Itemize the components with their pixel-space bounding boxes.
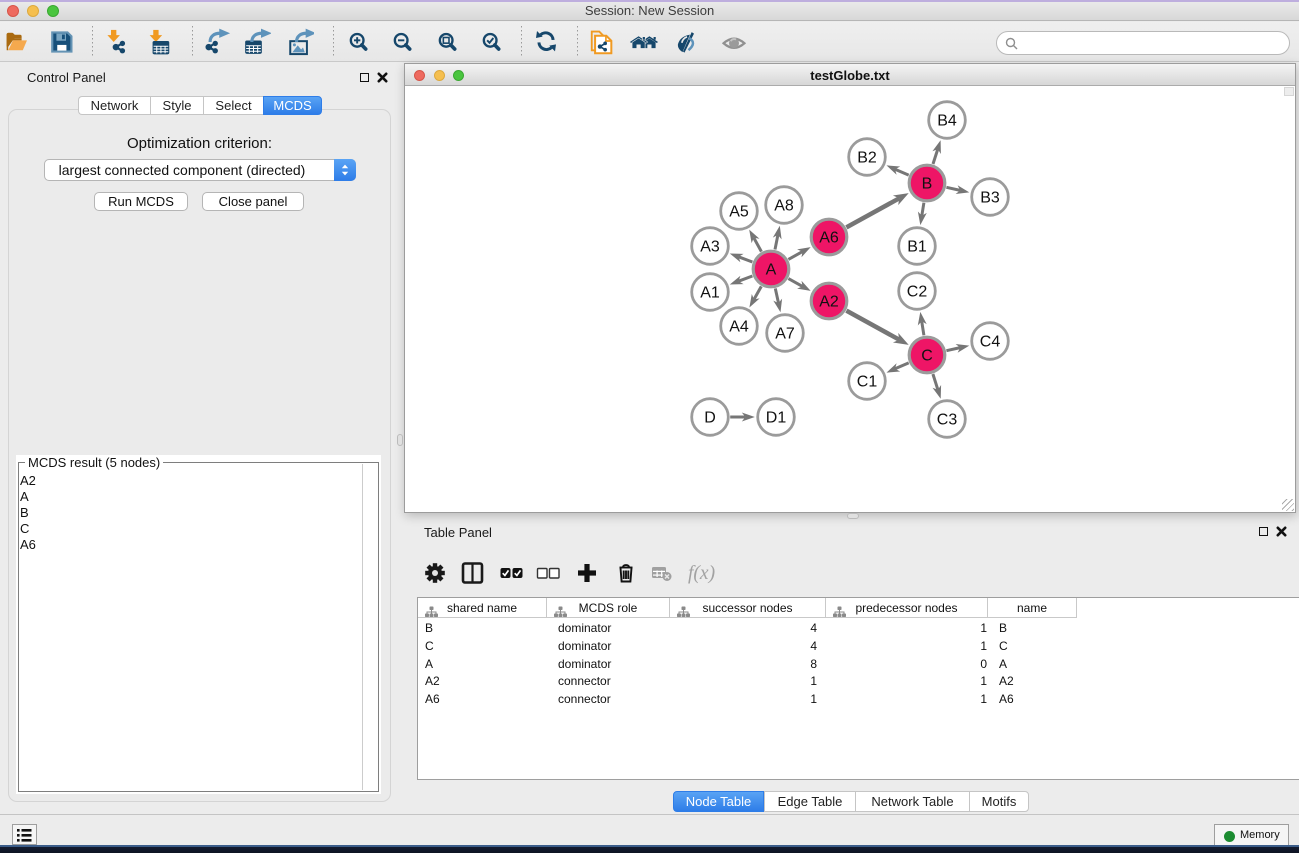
svg-text:A7: A7 bbox=[775, 326, 795, 343]
svg-text:C: C bbox=[921, 348, 933, 365]
svg-text:A5: A5 bbox=[729, 204, 749, 221]
svg-text:B2: B2 bbox=[857, 150, 877, 167]
svg-text:C3: C3 bbox=[937, 412, 958, 429]
svg-text:D1: D1 bbox=[766, 410, 787, 427]
svg-text:C4: C4 bbox=[980, 334, 1001, 351]
svg-text:A2: A2 bbox=[819, 294, 839, 311]
svg-text:B1: B1 bbox=[907, 239, 927, 256]
svg-text:A1: A1 bbox=[700, 285, 720, 302]
svg-text:D: D bbox=[704, 410, 716, 427]
svg-text:A3: A3 bbox=[700, 239, 720, 256]
svg-text:B: B bbox=[922, 176, 933, 193]
svg-text:A6: A6 bbox=[819, 230, 839, 247]
svg-text:A4: A4 bbox=[729, 319, 749, 336]
svg-text:f(x): f(x) bbox=[688, 563, 715, 584]
svg-text:C2: C2 bbox=[907, 284, 928, 301]
svg-text:B3: B3 bbox=[980, 190, 1000, 207]
svg-text:C1: C1 bbox=[857, 374, 878, 391]
svg-text:B4: B4 bbox=[937, 113, 957, 130]
svg-text:A: A bbox=[766, 262, 777, 279]
svg-text:A8: A8 bbox=[774, 198, 794, 215]
